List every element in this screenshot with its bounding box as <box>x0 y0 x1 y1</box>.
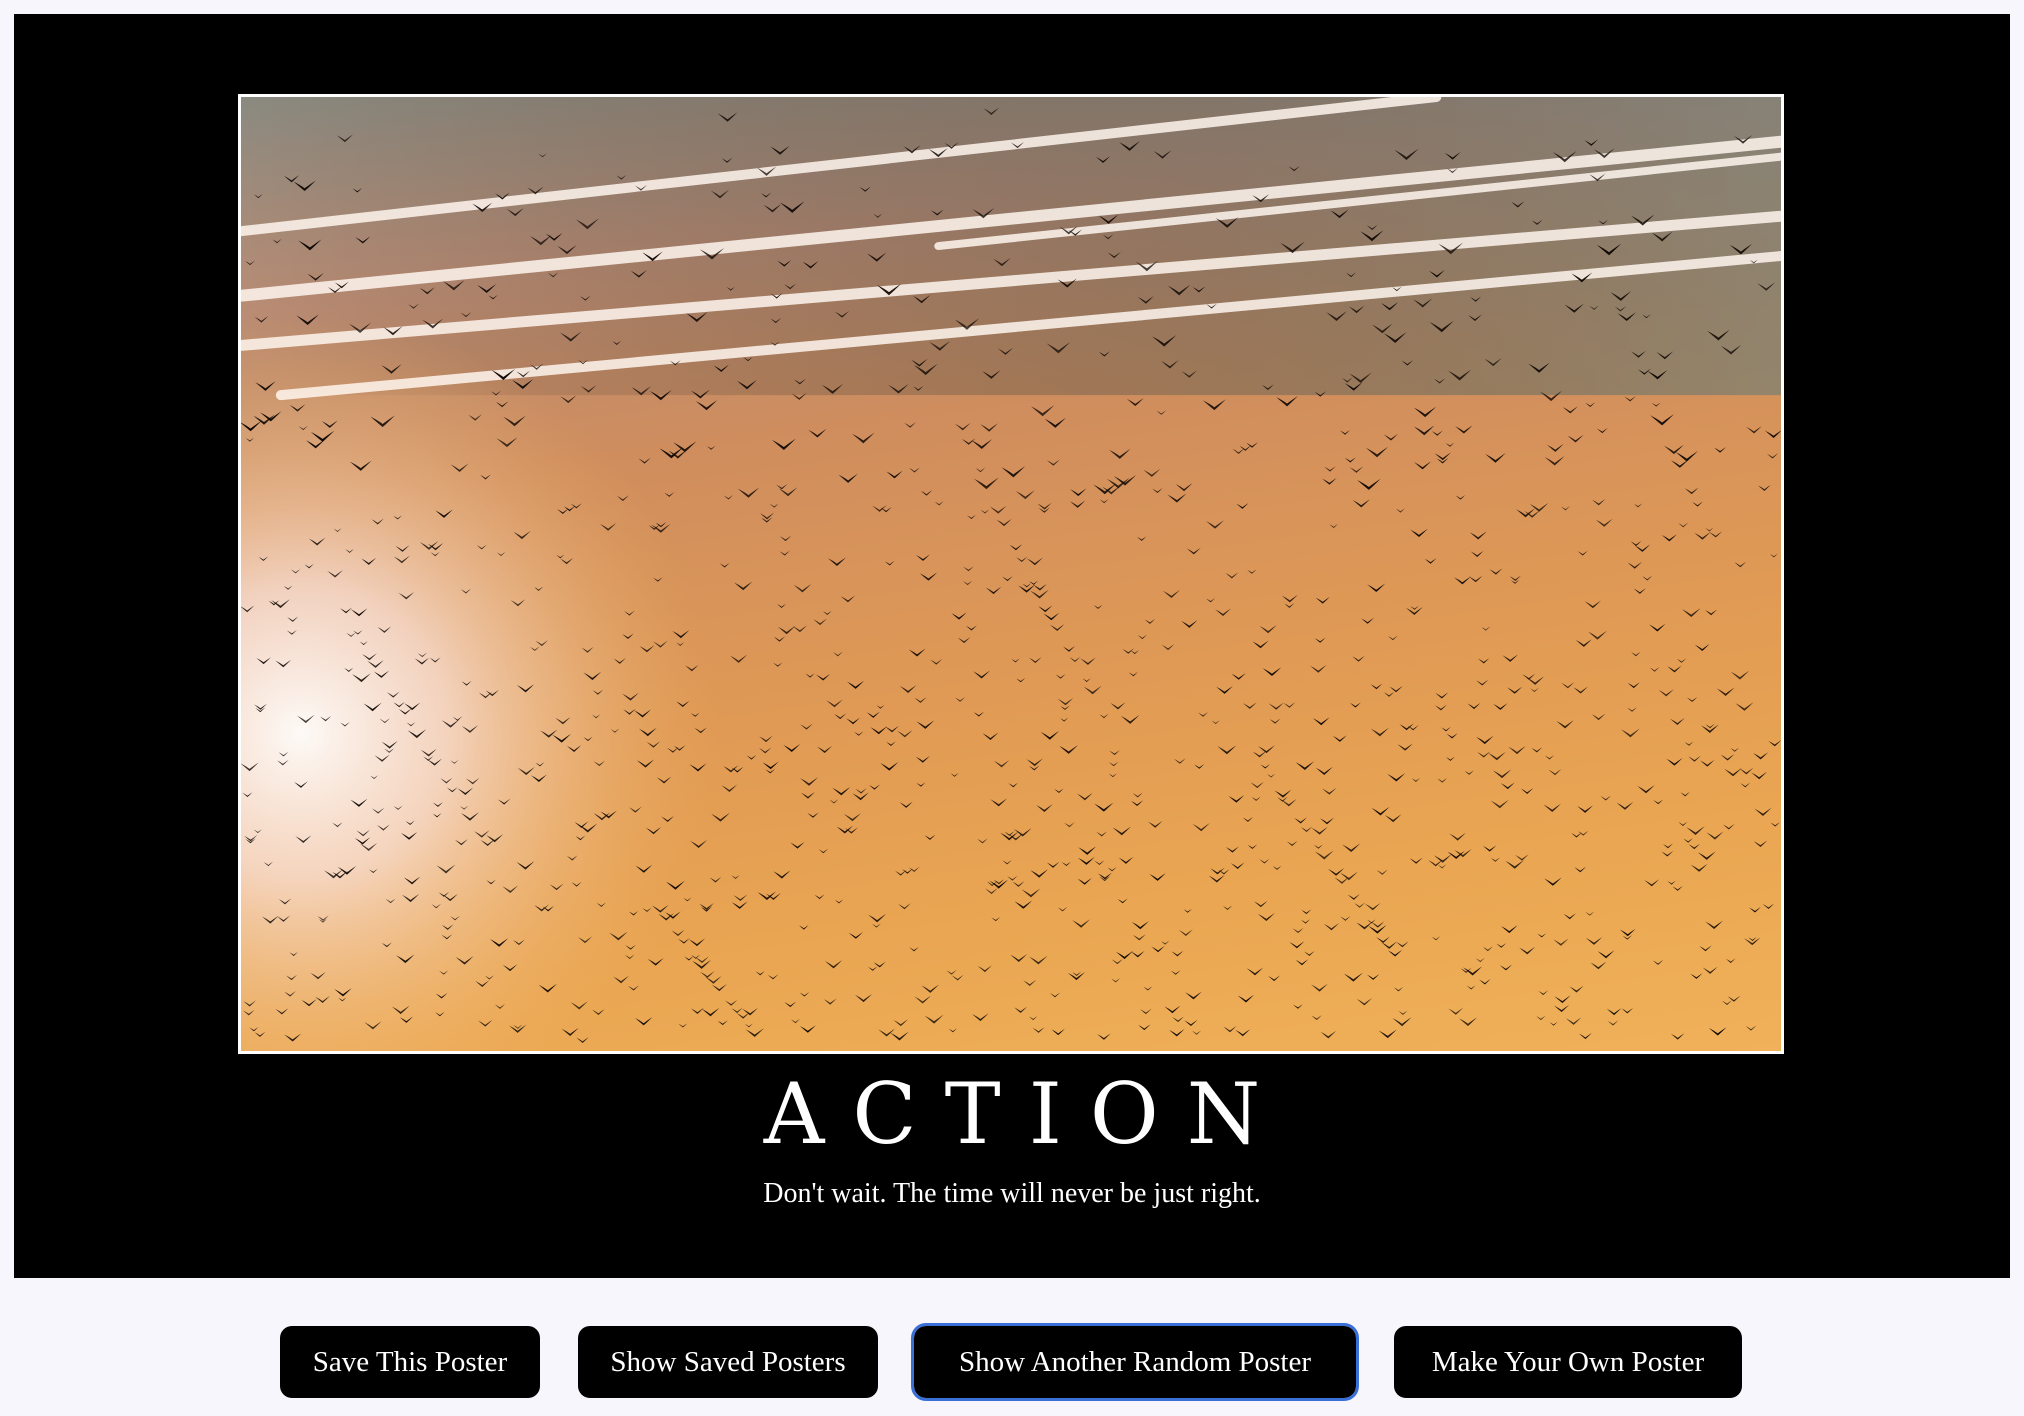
save-poster-button[interactable]: Save This Poster <box>280 1326 540 1398</box>
show-saved-posters-button[interactable]: Show Saved Posters <box>578 1326 878 1398</box>
show-random-poster-button[interactable]: Show Another Random Poster <box>911 1323 1359 1401</box>
poster-quote: Don't wait. The time will never be just … <box>763 1178 1261 1209</box>
poster-controls: Save This Poster Show Saved Posters Show… <box>0 1323 2024 1401</box>
poster-title: ACTION <box>763 1065 1289 1163</box>
make-own-poster-button[interactable]: Make Your Own Poster <box>1394 1326 1742 1398</box>
poster-image <box>238 94 1784 1054</box>
poster: ACTION Don't wait. The time will never b… <box>14 14 2010 1278</box>
poster-image-illustration <box>241 97 1781 1051</box>
